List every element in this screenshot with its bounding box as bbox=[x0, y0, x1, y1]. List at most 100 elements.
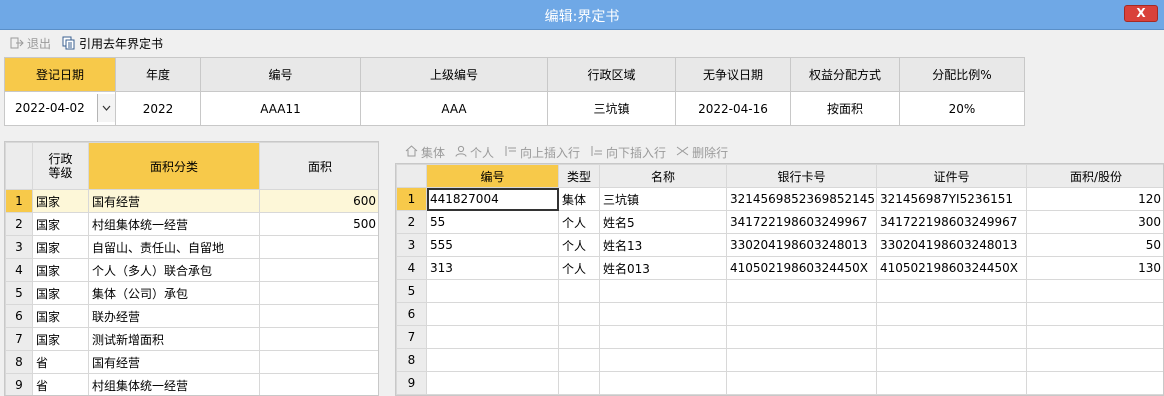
member-name-cell[interactable] bbox=[599, 325, 727, 349]
bank-card-cell[interactable] bbox=[726, 302, 877, 326]
table-row[interactable]: 3 国家 自留山、责任山、自留地 bbox=[5, 235, 378, 259]
member-code-cell[interactable] bbox=[426, 279, 559, 303]
admin-level-cell[interactable]: 国家 bbox=[32, 327, 89, 351]
table-row[interactable]: 1 441827004 集体 三坑镇 3214569852369852145 321456… bbox=[396, 187, 1163, 211]
parent-code-field[interactable]: AAA bbox=[360, 91, 548, 126]
admin-level-cell[interactable]: 国家 bbox=[32, 189, 89, 213]
id-number-cell[interactable] bbox=[876, 371, 1027, 395]
id-number-cell[interactable] bbox=[876, 279, 1027, 303]
share-cell[interactable] bbox=[1026, 371, 1163, 395]
id-number-cell[interactable] bbox=[876, 302, 1027, 326]
area-category-cell[interactable]: 国有经营 bbox=[88, 350, 260, 374]
member-name-cell[interactable]: 姓名13 bbox=[599, 233, 727, 257]
member-type-cell[interactable] bbox=[558, 348, 600, 372]
share-cell[interactable]: 130 bbox=[1026, 256, 1163, 280]
region-field[interactable]: 三坑镇 bbox=[547, 91, 676, 126]
code-field[interactable]: AAA11 bbox=[200, 91, 361, 126]
id-number-cell[interactable]: 341722198603249967 bbox=[876, 210, 1027, 234]
member-type-cell[interactable] bbox=[558, 325, 600, 349]
area-cell[interactable] bbox=[259, 258, 378, 282]
table-row[interactable]: 4 313 个人 姓名013 41050219860324450X 41050219860… bbox=[396, 256, 1163, 280]
member-name-cell[interactable] bbox=[599, 302, 727, 326]
admin-level-cell[interactable]: 国家 bbox=[32, 235, 89, 259]
area-category-cell[interactable]: 联办经营 bbox=[88, 304, 260, 328]
id-number-cell[interactable]: 330204198603248013 bbox=[876, 233, 1027, 257]
member-type-cell[interactable]: 个人 bbox=[558, 210, 600, 234]
table-row[interactable]: 2 55 个人 姓名5 341722198603249967 34172219860324… bbox=[396, 210, 1163, 234]
table-row[interactable]: 9 省村组集体统一经营 bbox=[5, 373, 378, 395]
area-cell[interactable] bbox=[259, 235, 378, 259]
member-name-cell[interactable] bbox=[599, 348, 727, 372]
member-type-cell[interactable] bbox=[558, 279, 600, 303]
table-row[interactable]: 2 国家 村组集体统一经营 500 bbox=[5, 212, 378, 236]
area-category-cell[interactable]: 村组集体统一经营 bbox=[88, 373, 260, 395]
share-cell[interactable]: 50 bbox=[1026, 233, 1163, 257]
bank-card-cell[interactable]: 341722198603249967 bbox=[726, 210, 877, 234]
close-button[interactable]: X bbox=[1124, 5, 1158, 22]
id-number-cell[interactable]: 41050219860324450X bbox=[876, 256, 1027, 280]
table-row[interactable]: 8 bbox=[396, 348, 1163, 372]
table-row[interactable]: 7 国家 测试新增面积 bbox=[5, 327, 378, 351]
table-row[interactable]: 1 国家 国有经营 600 bbox=[5, 189, 378, 213]
member-code-cell[interactable] bbox=[426, 325, 559, 349]
bank-card-cell[interactable]: 41050219860324450X bbox=[726, 256, 877, 280]
area-cell[interactable]: 600 bbox=[259, 189, 378, 213]
delete-row-button[interactable]: 删除行 bbox=[676, 144, 728, 161]
ratio-field[interactable]: 20% bbox=[899, 91, 1025, 126]
register-date-field[interactable]: 2022-04-02 bbox=[4, 91, 116, 126]
area-category-cell[interactable]: 集体（公司）承包 bbox=[88, 281, 260, 305]
area-cell[interactable]: 500 bbox=[259, 212, 378, 236]
share-cell[interactable]: 120 bbox=[1026, 187, 1163, 211]
area-cell[interactable] bbox=[259, 281, 378, 305]
member-code-cell[interactable]: 55 bbox=[426, 210, 559, 234]
add-individual-button[interactable]: 个人 bbox=[455, 144, 494, 161]
admin-level-cell[interactable]: 国家 bbox=[32, 258, 89, 282]
area-category-cell[interactable]: 国有经营 bbox=[88, 189, 260, 213]
area-cell[interactable] bbox=[259, 350, 378, 374]
share-cell[interactable]: 300 bbox=[1026, 210, 1163, 234]
bank-card-cell[interactable] bbox=[726, 325, 877, 349]
member-code-cell[interactable]: 555 bbox=[426, 233, 559, 257]
area-category-cell[interactable]: 个人（多人）联合承包 bbox=[88, 258, 260, 282]
table-row[interactable]: 3 555 个人 姓名13 330204198603248013 330204198603… bbox=[396, 233, 1163, 257]
area-category-cell[interactable]: 村组集体统一经营 bbox=[88, 212, 260, 236]
admin-level-cell[interactable]: 省 bbox=[32, 373, 89, 395]
admin-level-cell[interactable]: 国家 bbox=[32, 304, 89, 328]
member-code-cell[interactable] bbox=[426, 302, 559, 326]
member-name-cell[interactable] bbox=[599, 279, 727, 303]
area-category-cell[interactable]: 自留山、责任山、自留地 bbox=[88, 235, 260, 259]
table-row[interactable]: 6 bbox=[396, 302, 1163, 326]
distribution-field[interactable]: 按面积 bbox=[790, 91, 900, 126]
admin-level-cell[interactable]: 国家 bbox=[32, 281, 89, 305]
table-row[interactable]: 9 bbox=[396, 371, 1163, 395]
member-code-cell[interactable] bbox=[426, 348, 559, 372]
share-cell[interactable] bbox=[1026, 325, 1163, 349]
bank-card-cell[interactable] bbox=[726, 348, 877, 372]
member-name-cell[interactable]: 姓名5 bbox=[599, 210, 727, 234]
year-field[interactable]: 2022 bbox=[115, 91, 201, 126]
undisputed-date-field[interactable]: 2022-04-16 bbox=[675, 91, 791, 126]
member-type-cell[interactable]: 个人 bbox=[558, 256, 600, 280]
table-row[interactable]: 6 国家 联办经营 bbox=[5, 304, 378, 328]
admin-level-cell[interactable]: 省 bbox=[32, 350, 89, 374]
area-cell[interactable] bbox=[259, 373, 378, 395]
member-code-cell[interactable]: 313 bbox=[426, 256, 559, 280]
member-name-cell[interactable]: 姓名013 bbox=[599, 256, 727, 280]
table-row[interactable]: 4 国家 个人（多人）联合承包 bbox=[5, 258, 378, 282]
share-cell[interactable] bbox=[1026, 302, 1163, 326]
table-row[interactable]: 5 国家 集体（公司）承包 bbox=[5, 281, 378, 305]
member-name-cell[interactable] bbox=[599, 371, 727, 395]
chevron-down-icon[interactable] bbox=[97, 94, 115, 122]
member-type-cell[interactable]: 个人 bbox=[558, 233, 600, 257]
reference-last-year-button[interactable]: 引用去年界定书 bbox=[62, 35, 163, 51]
id-number-cell[interactable] bbox=[876, 325, 1027, 349]
member-type-cell[interactable]: 集体 bbox=[558, 187, 600, 211]
area-cell[interactable] bbox=[259, 304, 378, 328]
table-row[interactable]: 5 bbox=[396, 279, 1163, 303]
bank-card-cell[interactable]: 330204198603248013 bbox=[726, 233, 877, 257]
member-code-cell[interactable]: 441827004 bbox=[426, 187, 559, 211]
table-row[interactable]: 8 省国有经营 bbox=[5, 350, 378, 374]
exit-button[interactable]: 退出 bbox=[10, 35, 51, 51]
member-type-cell[interactable] bbox=[558, 371, 600, 395]
bank-card-cell[interactable]: 3214569852369852145 bbox=[726, 187, 877, 211]
